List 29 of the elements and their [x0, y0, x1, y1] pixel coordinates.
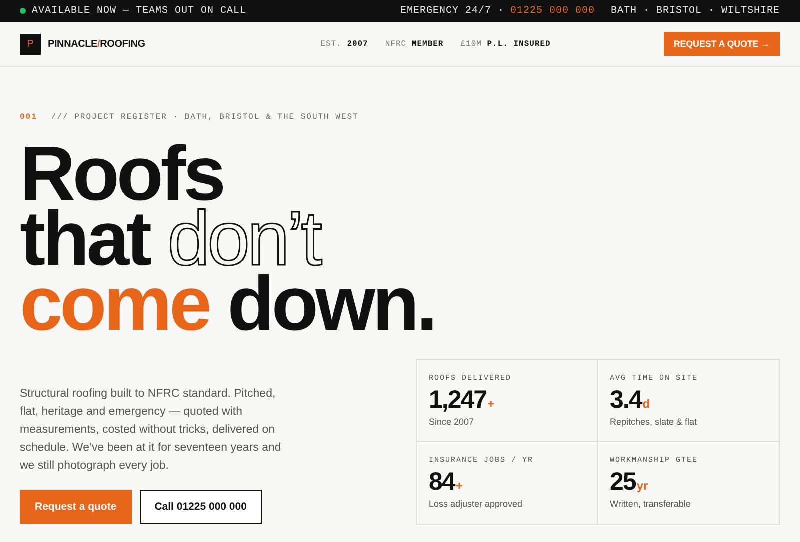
availability-text: AVAILABLE NOW — TEAMS OUT ON CALL [32, 6, 247, 16]
stat-note: Written, transferable [610, 499, 692, 509]
stat-unit: d [642, 397, 650, 411]
stat-unit: yr [636, 479, 648, 493]
stat-unit: + [488, 397, 495, 411]
stat-note: Since 2007 [429, 417, 476, 427]
stat-unit: + [456, 479, 463, 493]
credential-text: £10M P.L. INSURED [460, 40, 551, 48]
service-areas: BATH · BRISTOL · WILTSHIRE [610, 6, 780, 16]
intro-paragraph: Structural roofing built to NFRC standard. Pitched, flat, heritage and emergency — quoted with measurements, costed without tricks, delivered on schedule. We’ve been at it for seventeen years and we still photograph every job. [20, 387, 282, 474]
status-dot [20, 8, 26, 14]
credential-text: EST. 2007 [320, 40, 368, 48]
section-index: 001 [20, 113, 38, 122]
request-quote-button[interactable]: REQUEST A QUOTE → [664, 32, 780, 56]
logo-icon[interactable]: P [20, 34, 41, 54]
stat-value: 84 [429, 468, 455, 496]
emergency-label: EMERGENCY 24/7 · [400, 6, 504, 16]
credential-text: NFRC MEMBER [385, 40, 444, 48]
call-button[interactable]: Call 01225 000 000 [140, 490, 262, 524]
brand-name[interactable]: PINNACLE/ROOFING [48, 38, 146, 50]
stat-value: 25 [610, 468, 636, 496]
stat-value: 1,247 [429, 386, 487, 414]
stat-note: Repitches, slate & flat [610, 417, 698, 427]
phone-number[interactable]: 01225 000 000 [510, 6, 595, 16]
stat-note: Loss adjuster approved [429, 499, 524, 509]
request-quote-button[interactable]: Request a quote [20, 490, 132, 524]
stat-value: 3.4 [610, 386, 642, 414]
hero-headline: Roofs that don’t come down. [20, 142, 436, 337]
eyebrow-text: /// PROJECT REGISTER · BATH, BRISTOL & THE SOUTH WEST [51, 113, 359, 122]
